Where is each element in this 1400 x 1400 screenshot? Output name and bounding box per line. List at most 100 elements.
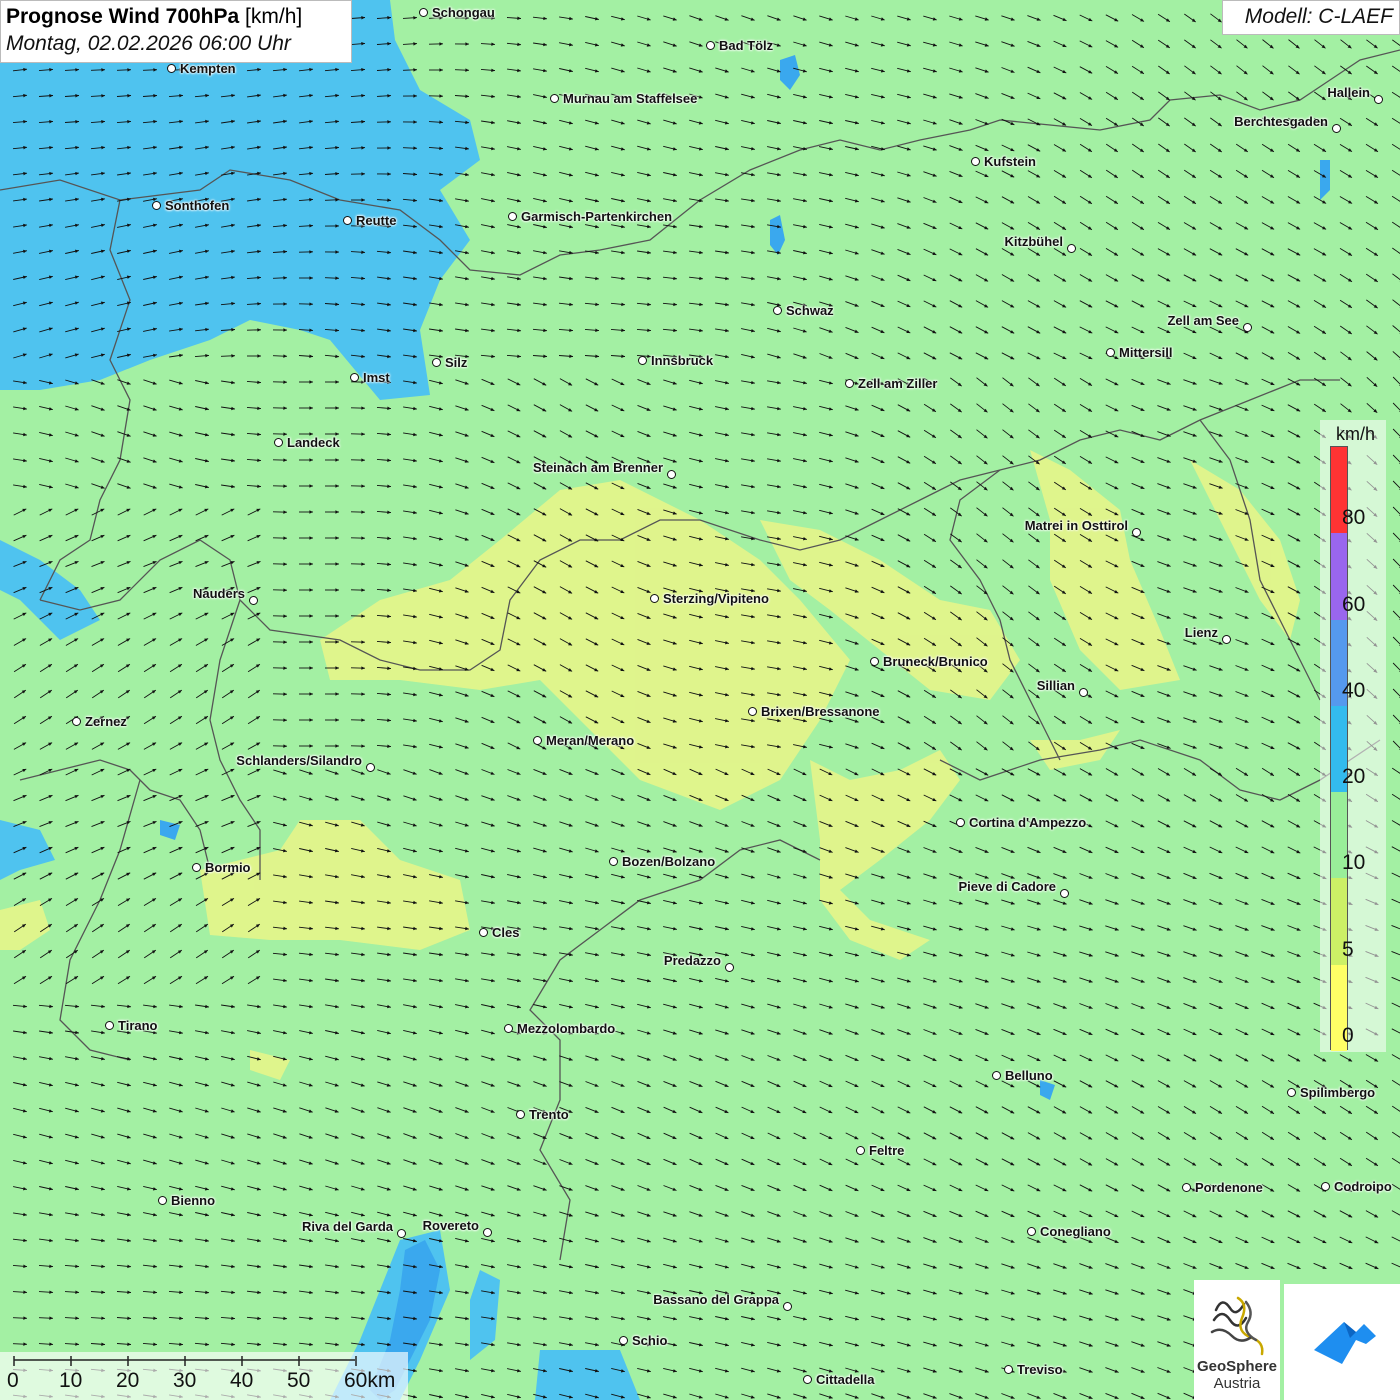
- city-label[interactable]: Kempten: [167, 62, 236, 76]
- city-label[interactable]: Sterzing/Vipiteno: [650, 592, 769, 606]
- city-marker-icon: [1182, 1183, 1191, 1192]
- city-label[interactable]: Pordenone: [1182, 1181, 1263, 1195]
- city-label[interactable]: Bozen/Bolzano: [609, 855, 715, 869]
- city-marker-icon: [1321, 1182, 1330, 1191]
- city-label[interactable]: Conegliano: [1027, 1225, 1111, 1239]
- city-name: Belluno: [1005, 1068, 1053, 1083]
- city-label[interactable]: Zell am See: [1167, 314, 1252, 332]
- warning-app-logo[interactable]: [1284, 1284, 1400, 1400]
- city-label[interactable]: Belluno: [992, 1069, 1053, 1083]
- city-name: Sonthofen: [165, 198, 230, 213]
- city-name: Imst: [363, 370, 390, 385]
- city-label[interactable]: Spilimbergo: [1287, 1086, 1375, 1100]
- city-label[interactable]: Hallein: [1327, 86, 1383, 104]
- city-label[interactable]: Zell am Ziller: [845, 377, 937, 391]
- city-label[interactable]: Sonthofen: [152, 199, 229, 213]
- city-label[interactable]: Garmisch-Partenkirchen: [508, 210, 672, 224]
- city-label[interactable]: Murnau am Staffelsee: [550, 92, 697, 106]
- city-marker-icon: [167, 64, 176, 73]
- city-label[interactable]: Nauders: [193, 587, 258, 605]
- city-marker-icon: [638, 356, 647, 365]
- city-marker-icon: [533, 736, 542, 745]
- city-label[interactable]: Landeck: [274, 436, 340, 450]
- city-marker-icon: [1004, 1365, 1013, 1374]
- city-label[interactable]: Kitzbühel: [1005, 235, 1076, 253]
- city-marker-icon: [397, 1229, 406, 1238]
- city-name: Hallein: [1327, 85, 1370, 100]
- city-name: Landeck: [287, 435, 340, 450]
- city-name: Zell am See: [1167, 313, 1239, 328]
- city-label[interactable]: Schwaz: [773, 304, 834, 318]
- legend-tick-label: 40: [1342, 678, 1366, 702]
- city-label[interactable]: Lienz: [1185, 626, 1231, 644]
- geosphere-logo[interactable]: GeoSphere Austria: [1194, 1280, 1280, 1400]
- city-name: Schongau: [432, 5, 495, 20]
- city-label[interactable]: Bad Tölz: [706, 39, 773, 53]
- city-marker-icon: [971, 157, 980, 166]
- city-name: Zernez: [85, 714, 127, 729]
- city-label[interactable]: Mittersill: [1106, 346, 1172, 360]
- city-label[interactable]: Imst: [350, 371, 390, 385]
- scale-bar: 0 10 20 30 40 50 60km: [0, 1352, 408, 1400]
- city-name: Schio: [632, 1333, 668, 1348]
- city-label[interactable]: Schongau: [419, 6, 495, 20]
- city-name: Sillian: [1036, 678, 1075, 693]
- city-label[interactable]: Bienno: [158, 1194, 215, 1208]
- map-title: Prognose Wind 700hPa [km/h]: [6, 4, 346, 30]
- city-marker-icon: [1106, 348, 1115, 357]
- city-name: Bienno: [171, 1193, 216, 1208]
- city-name: Bassano del Grappa: [653, 1292, 779, 1307]
- city-label[interactable]: Zernez: [72, 715, 127, 729]
- city-name: Kempten: [180, 61, 236, 76]
- city-label[interactable]: Kufstein: [971, 155, 1036, 169]
- city-name: Schlanders/Silandro: [236, 753, 362, 768]
- city-label[interactable]: Bormio: [192, 861, 251, 875]
- city-label[interactable]: Pieve di Cadore: [958, 880, 1069, 898]
- city-label[interactable]: Cittadella: [803, 1373, 875, 1387]
- city-marker-icon: [1222, 635, 1231, 644]
- city-label[interactable]: Treviso: [1004, 1363, 1063, 1377]
- city-label[interactable]: Mezzolombardo: [504, 1022, 615, 1036]
- city-marker-icon: [508, 212, 517, 221]
- model-label: Modell: C-LAEF: [1222, 0, 1400, 35]
- city-label[interactable]: Matrei in Osttirol: [1025, 519, 1141, 537]
- city-label[interactable]: Predazzo: [664, 954, 734, 972]
- city-label[interactable]: Trento: [516, 1108, 569, 1122]
- city-marker-icon: [650, 594, 659, 603]
- city-label[interactable]: Tirano: [105, 1019, 158, 1033]
- city-name: Mittersill: [1119, 345, 1173, 360]
- city-label[interactable]: Brixen/Bressanone: [748, 705, 880, 719]
- city-label[interactable]: Rovereto: [423, 1219, 492, 1237]
- city-marker-icon: [432, 358, 441, 367]
- city-name: Zell am Ziller: [858, 376, 938, 391]
- city-label[interactable]: Codroipo: [1321, 1180, 1392, 1194]
- city-marker-icon: [956, 818, 965, 827]
- city-marker-icon: [783, 1302, 792, 1311]
- city-label[interactable]: Reutte: [343, 214, 396, 228]
- city-label[interactable]: Sillian: [1037, 679, 1088, 697]
- city-label[interactable]: Cles: [479, 926, 519, 940]
- city-marker-icon: [152, 201, 161, 210]
- city-label[interactable]: Steinach am Brenner: [533, 461, 676, 479]
- city-label[interactable]: Innsbruck: [638, 354, 713, 368]
- city-name: Spilimbergo: [1300, 1085, 1376, 1100]
- scale-tick-label: 10: [59, 1369, 83, 1392]
- city-marker-icon: [725, 963, 734, 972]
- city-marker-icon: [803, 1375, 812, 1384]
- city-label[interactable]: Berchtesgaden: [1234, 115, 1341, 133]
- title-box: Prognose Wind 700hPa [km/h] Montag, 02.0…: [0, 0, 352, 63]
- city-marker-icon: [1079, 688, 1088, 697]
- city-label[interactable]: Feltre: [856, 1144, 904, 1158]
- city-label[interactable]: Bassano del Grappa: [653, 1293, 792, 1311]
- city-marker-icon: [158, 1196, 167, 1205]
- city-marker-icon: [516, 1110, 525, 1119]
- city-label[interactable]: Cortina d'Ampezzo: [956, 816, 1086, 830]
- wind-forecast-map[interactable]: Schongau Bad Tölz Kempten Murnau am Staffel…: [0, 0, 1400, 1400]
- city-label[interactable]: Silz: [432, 356, 467, 370]
- city-label[interactable]: Riva del Garda: [302, 1220, 406, 1238]
- city-label[interactable]: Schlanders/Silandro: [236, 754, 375, 772]
- city-name: Mezzolombardo: [517, 1021, 616, 1036]
- city-label[interactable]: Schio: [619, 1334, 667, 1348]
- city-label[interactable]: Meran/Merano: [533, 734, 634, 748]
- city-label[interactable]: Bruneck/Brunico: [870, 655, 988, 669]
